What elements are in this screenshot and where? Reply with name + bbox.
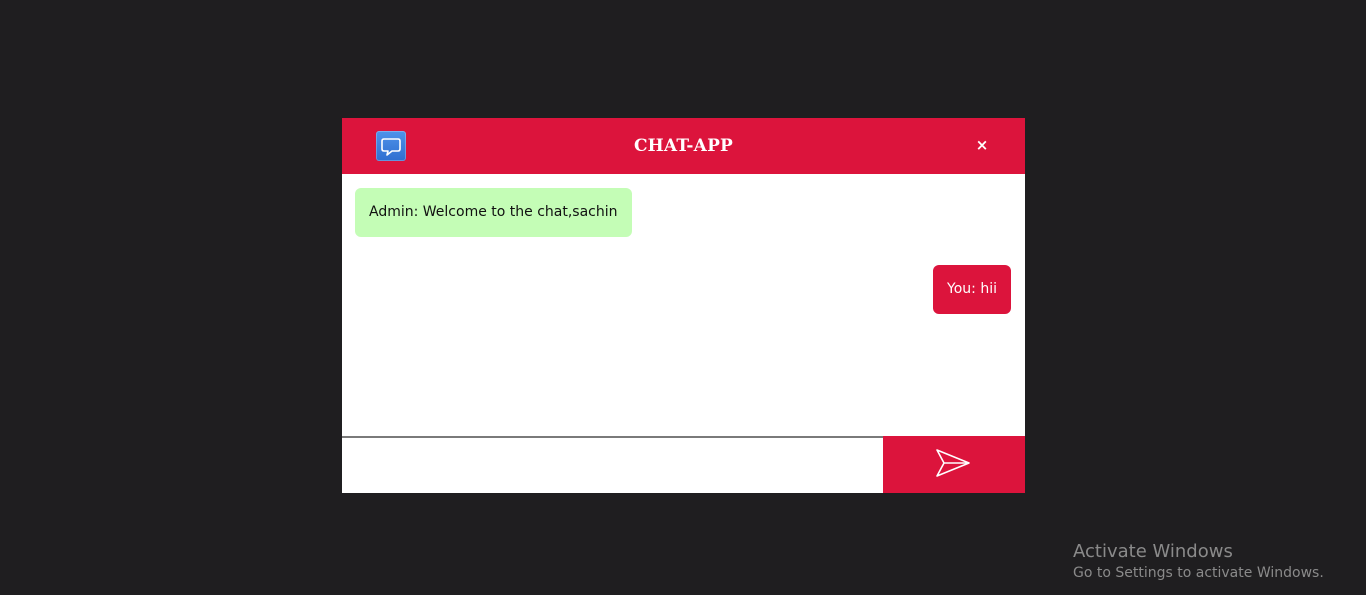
- message-composer: [342, 436, 1025, 493]
- send-button[interactable]: [883, 436, 1025, 493]
- chat-header: CHAT-APP ×: [342, 118, 1025, 174]
- close-button[interactable]: ×: [971, 134, 993, 156]
- send-icon: [936, 449, 970, 477]
- watermark-title: Activate Windows: [1073, 541, 1233, 562]
- message-list: Admin: Welcome to the chat,sachin You: h…: [342, 174, 1025, 436]
- activation-watermark: Activate Windows Go to Settings to activ…: [1073, 541, 1324, 583]
- message-input[interactable]: [342, 436, 883, 493]
- watermark-subtitle: Go to Settings to activate Windows.: [1073, 565, 1324, 581]
- chat-window: CHAT-APP × Admin: Welcome to the chat,sa…: [342, 118, 1025, 493]
- admin-message: Admin: Welcome to the chat,sachin: [355, 188, 632, 237]
- user-message: You: hii: [933, 265, 1011, 314]
- desktop-background: CHAT-APP × Admin: Welcome to the chat,sa…: [0, 0, 1366, 595]
- chat-bubble-icon: [376, 131, 406, 161]
- app-title: CHAT-APP: [633, 136, 734, 156]
